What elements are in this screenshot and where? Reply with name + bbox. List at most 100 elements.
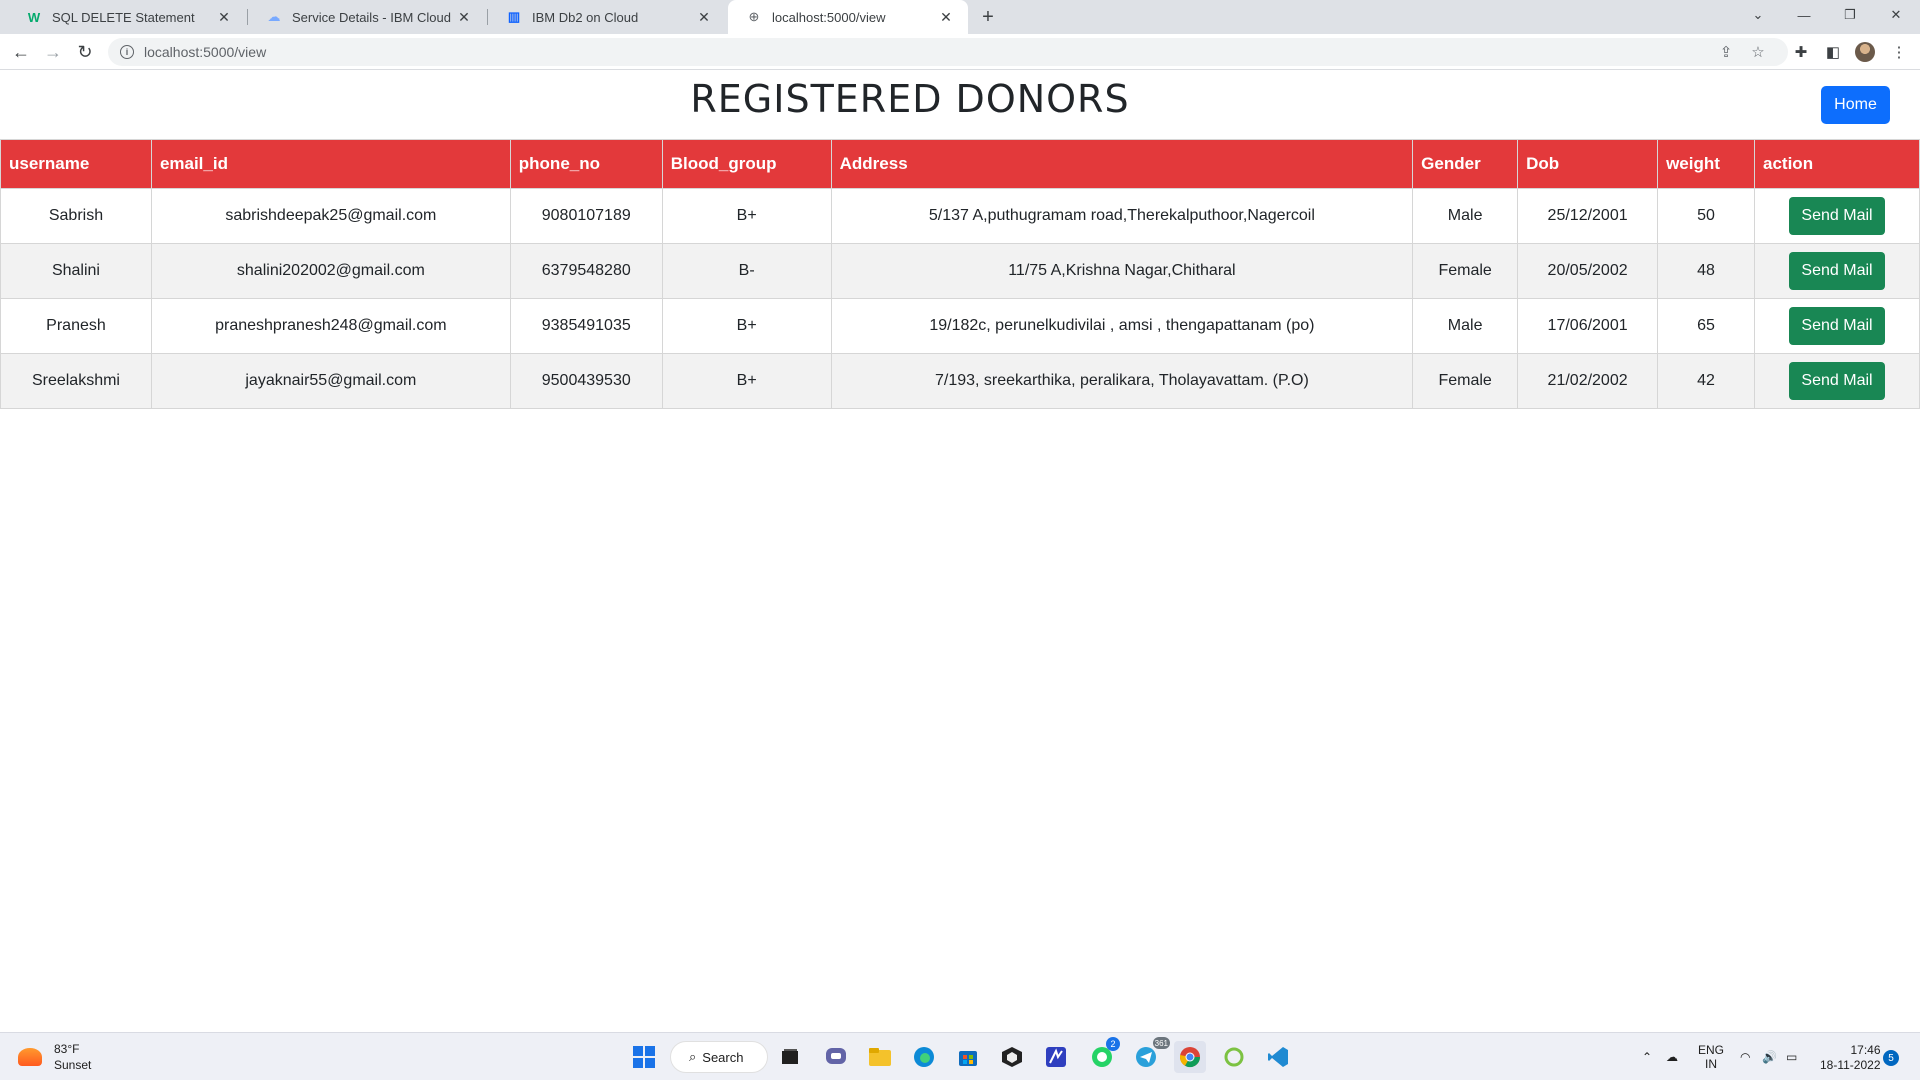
table-row: Sabrish sabrishdeepak25@gmail.com 908010… (0, 188, 1920, 244)
weather-temperature: 83°F (54, 1042, 80, 1056)
weather-description: Sunset (54, 1058, 92, 1072)
globe-icon: ⊕ (748, 9, 760, 24)
close-window-button[interactable]: ✕ (1874, 0, 1918, 30)
cell-username: Pranesh (0, 298, 152, 354)
windows-taskbar: 83°F Sunset ⌕ Search 2 361 ⌃ ☁ ENG IN ◠ … (0, 1032, 1920, 1080)
whatsapp-icon[interactable]: 2 (1086, 1037, 1120, 1073)
tab-localhost-view[interactable]: ⊕ localhost:5000/view ✕ (728, 0, 968, 34)
column-header-email: email_id (150, 139, 511, 189)
cell-dob: 20/05/2002 (1517, 243, 1659, 299)
db2-icon: ▥ (507, 9, 521, 24)
back-button[interactable]: ← (7, 38, 35, 66)
region-code: IN (1705, 1057, 1717, 1071)
send-mail-button[interactable]: Send Mail (1789, 252, 1885, 290)
show-hidden-icons[interactable]: ⌃ (1642, 1033, 1652, 1080)
microsoft-store-icon[interactable] (952, 1041, 984, 1073)
tab-title: SQL DELETE Statement (52, 9, 195, 25)
new-tab-button[interactable]: + (976, 5, 1000, 29)
app-icon-blue[interactable] (1040, 1041, 1072, 1073)
close-icon[interactable]: ✕ (456, 9, 472, 25)
tab-ibm-cloud-service[interactable]: ☁ Service Details - IBM Cloud ✕ (248, 0, 486, 34)
forward-button[interactable]: → (39, 38, 67, 66)
tab-ibm-db2[interactable]: ▥ IBM Db2 on Cloud ✕ (488, 0, 726, 34)
onedrive-icon[interactable]: ☁ (1666, 1033, 1678, 1080)
column-header-dob: Dob (1517, 139, 1659, 189)
cell-email: praneshpranesh248@gmail.com (150, 298, 511, 354)
cell-weight: 50 (1657, 188, 1756, 244)
send-mail-button[interactable]: Send Mail (1789, 307, 1885, 345)
wifi-icon[interactable]: ◠ (1740, 1033, 1750, 1080)
address-bar[interactable]: i localhost:5000/view ⇪ ☆ (108, 38, 1788, 66)
cell-email: jayaknair55@gmail.com (150, 353, 511, 409)
app-icon-green-ring[interactable] (1218, 1041, 1250, 1073)
clock-time: 17:46 (1850, 1043, 1881, 1057)
vscode-icon[interactable] (1262, 1041, 1294, 1073)
telegram-icon[interactable]: 361 (1130, 1037, 1170, 1073)
close-icon[interactable]: ✕ (696, 9, 712, 25)
browser-toolbar: ← → ↻ i localhost:5000/view ⇪ ☆ ✚ ◧ ⋮ (0, 34, 1920, 70)
chrome-icon[interactable] (1174, 1041, 1206, 1073)
cell-phone: 6379548280 (509, 243, 663, 299)
side-panel-icon[interactable]: ◧ (1819, 38, 1847, 66)
cell-weight: 48 (1657, 243, 1756, 299)
weather-widget[interactable]: 83°F Sunset (18, 1041, 91, 1073)
cell-phone: 9385491035 (509, 298, 663, 354)
whatsapp-badge: 2 (1106, 1037, 1120, 1051)
cell-gender: Male (1412, 188, 1519, 244)
volume-icon[interactable]: 🔊 (1762, 1033, 1777, 1080)
cell-blood-group: B+ (661, 188, 832, 244)
tab-search-icon[interactable]: ⌄ (1736, 0, 1780, 30)
cloud-icon: ☁ (267, 9, 281, 24)
table-header-row: username email_id phone_no Blood_group A… (0, 139, 1920, 189)
cell-action: Send Mail (1754, 188, 1920, 244)
reload-button[interactable]: ↻ (71, 38, 99, 66)
start-button[interactable] (628, 1041, 660, 1073)
column-header-address: Address (830, 139, 1414, 189)
cell-dob: 17/06/2001 (1517, 298, 1659, 354)
send-mail-button[interactable]: Send Mail (1789, 362, 1885, 400)
column-header-phone: phone_no (509, 139, 663, 189)
cell-action: Send Mail (1754, 298, 1920, 354)
home-button[interactable]: Home (1821, 86, 1890, 124)
cell-email: shalini202002@gmail.com (150, 243, 511, 299)
cell-action: Send Mail (1754, 353, 1920, 409)
system-clock[interactable]: 17:46 18-11-2022 (1820, 1043, 1881, 1073)
battery-icon[interactable]: ▭ (1786, 1033, 1797, 1080)
bookmark-star-icon[interactable]: ☆ (1746, 38, 1770, 66)
notification-badge[interactable]: 5 (1883, 1050, 1899, 1066)
file-explorer-icon[interactable] (864, 1041, 896, 1073)
teams-chat-icon[interactable] (820, 1041, 852, 1073)
minimize-button[interactable]: — (1782, 0, 1826, 30)
column-header-weight: weight (1657, 139, 1756, 189)
task-view-icon[interactable] (774, 1041, 806, 1073)
cell-address: 11/75 A,Krishna Nagar,Chitharal (830, 243, 1414, 299)
cell-phone: 9080107189 (509, 188, 663, 244)
send-mail-button[interactable]: Send Mail (1789, 197, 1885, 235)
site-info-icon[interactable]: i (120, 45, 134, 59)
restore-button[interactable]: ❐ (1828, 0, 1872, 30)
cell-phone: 9500439530 (509, 353, 663, 409)
cell-address: 5/137 A,puthugramam road,Therekalputhoor… (830, 188, 1414, 244)
search-label: Search (702, 1049, 744, 1065)
table-row: Sreelakshmi jayaknair55@gmail.com 950043… (0, 353, 1920, 409)
close-icon[interactable]: ✕ (216, 9, 232, 25)
tab-title: Service Details - IBM Cloud (292, 9, 451, 25)
menu-kebab-icon[interactable]: ⋮ (1885, 38, 1913, 66)
unity-icon[interactable] (996, 1041, 1028, 1073)
edge-browser-icon[interactable] (908, 1041, 940, 1073)
sunset-weather-icon (18, 1048, 42, 1066)
language-indicator[interactable]: ENG IN (1698, 1033, 1724, 1080)
tab-sql-delete[interactable]: W SQL DELETE Statement ✕ (8, 0, 246, 34)
profile-avatar[interactable] (1851, 38, 1879, 66)
extensions-icon[interactable]: ✚ (1787, 38, 1815, 66)
share-icon[interactable]: ⇪ (1714, 38, 1738, 66)
column-header-blood-group: Blood_group (661, 139, 832, 189)
close-icon[interactable]: ✕ (938, 9, 954, 25)
cell-blood-group: B+ (661, 298, 832, 354)
cell-weight: 42 (1657, 353, 1756, 409)
cell-username: Sreelakshmi (0, 353, 152, 409)
cell-username: Sabrish (0, 188, 152, 244)
cell-email: sabrishdeepak25@gmail.com (150, 188, 511, 244)
clock-date: 18-11-2022 (1820, 1058, 1881, 1072)
taskbar-search[interactable]: ⌕ Search (670, 1041, 768, 1073)
